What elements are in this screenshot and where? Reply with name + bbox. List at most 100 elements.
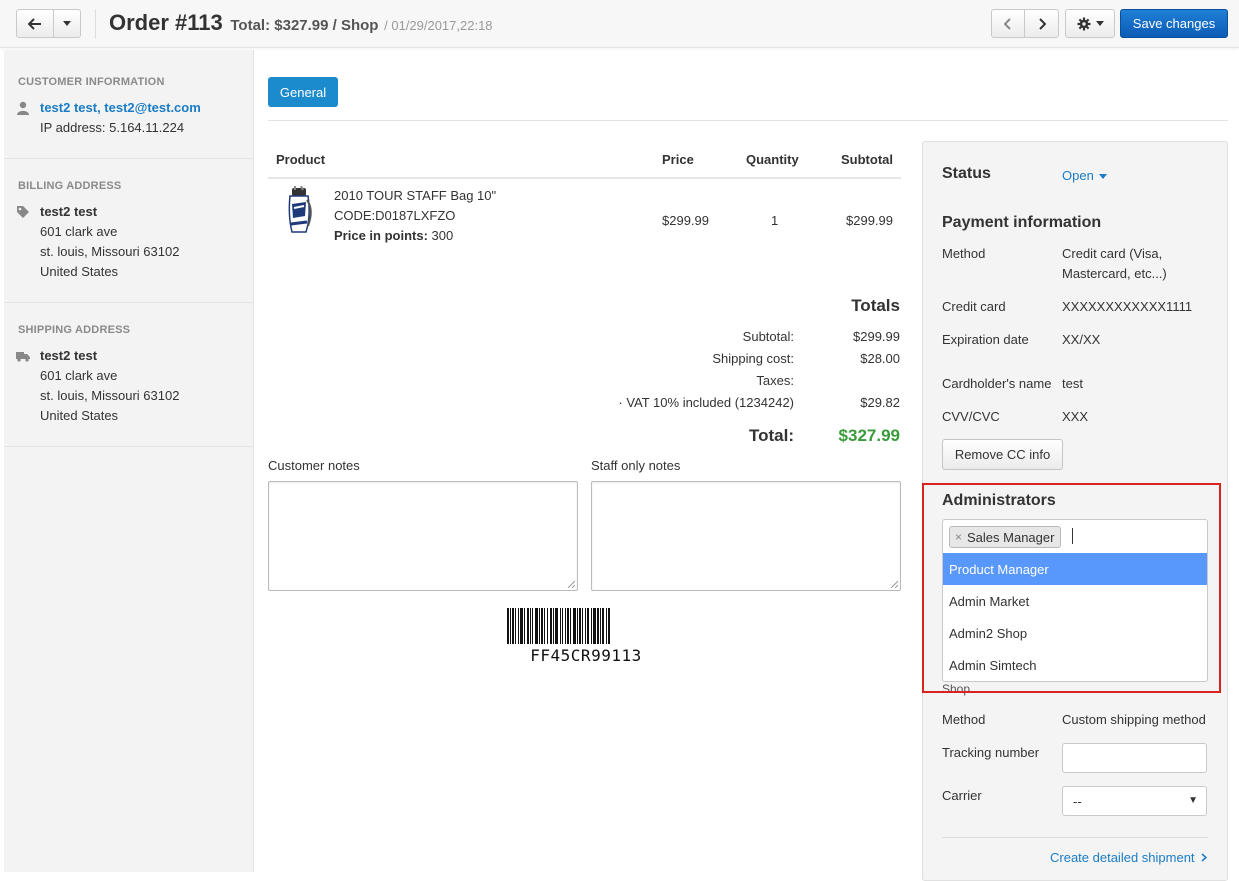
customer-info-section: CUSTOMER INFORMATION test2 test, test2@t…	[4, 50, 254, 159]
golf-bag-thumbnail[interactable]	[284, 186, 316, 236]
billing-country: United States	[40, 264, 119, 279]
customer-name-email-link[interactable]: test2 test, test2@test.com	[40, 100, 201, 115]
carrier-select[interactable]: -- ▼	[1062, 786, 1207, 816]
barcode-text: FF45CR99113	[530, 646, 642, 665]
arrow-left-icon	[28, 17, 42, 30]
barcode-bar	[539, 608, 540, 644]
save-changes-button[interactable]: Save changes	[1120, 9, 1228, 38]
sidebar: CUSTOMER INFORMATION test2 test, test2@t…	[4, 50, 254, 872]
staff-notes-label: Staff only notes	[591, 458, 681, 473]
dropdown-option[interactable]: Admin2 Shop	[943, 617, 1207, 649]
vat-value: $29.82	[860, 395, 900, 410]
shipping-method-label: Method	[942, 712, 986, 727]
barcode-bar	[541, 608, 543, 644]
cardholder-name-value: test	[1062, 376, 1083, 391]
barcode-bar	[606, 608, 607, 644]
back-button-group	[16, 9, 81, 38]
billing-line1: 601 clark ave	[40, 224, 118, 239]
back-button[interactable]	[17, 10, 55, 37]
product-subtotal: $299.99	[846, 213, 893, 228]
staff-notes-textarea[interactable]	[591, 481, 901, 591]
truck-icon	[16, 352, 30, 362]
create-shipment-label: Create detailed shipment	[1050, 850, 1195, 865]
barcode-bar	[535, 608, 538, 644]
cvv-label: CVV/CVC	[942, 409, 1000, 424]
column-header-quantity: Quantity	[746, 152, 799, 167]
shipping-method-value: Custom shipping method	[1062, 712, 1206, 727]
divider	[95, 9, 96, 39]
dropdown-option[interactable]: Admin Market	[943, 585, 1207, 617]
chevron-right-icon	[1038, 17, 1046, 30]
customer-notes-label: Customer notes	[268, 458, 360, 473]
billing-name: test2 test	[40, 204, 98, 219]
shipping-line1: 601 clark ave	[40, 368, 118, 383]
dropdown-option[interactable]: Admin Simtech	[943, 649, 1207, 681]
section-heading: BILLING ADDRESS	[18, 180, 122, 192]
credit-card-label: Credit card	[942, 299, 1006, 314]
payment-method-label: Method	[942, 246, 986, 261]
points-label: Price in points:	[334, 228, 428, 243]
page-title: Order #113 Total: $327.99 / Shop / 01/29…	[109, 10, 493, 36]
section-heading: CUSTOMER INFORMATION	[18, 76, 165, 88]
shipping-cost-label: Shipping cost:	[712, 351, 794, 366]
text-caret	[1072, 528, 1073, 544]
cardholder-name-label: Cardholder's name	[942, 376, 1052, 391]
shipping-country: United States	[40, 408, 119, 423]
barcode-bar	[570, 608, 571, 644]
gear-icon	[1077, 17, 1090, 30]
shipping-name: test2 test	[40, 348, 98, 363]
subtotal-value: $299.99	[853, 329, 900, 344]
selected-admin-token: × Sales Manager	[949, 526, 1062, 548]
billing-line2: st. louis, Missouri 63102	[40, 244, 180, 259]
settings-dropdown-button[interactable]	[1065, 9, 1115, 38]
barcode-bar	[591, 608, 592, 644]
customer-ip: IP address: 5.164.11.224	[40, 120, 185, 135]
barcode-bar	[577, 608, 578, 644]
expiration-date-value: XX/XX	[1062, 332, 1101, 347]
barcode-bar	[510, 608, 511, 644]
divider	[942, 837, 1208, 838]
barcode-bar	[587, 608, 589, 644]
barcode-bar	[530, 608, 531, 644]
customer-notes-textarea[interactable]	[268, 481, 578, 591]
barcode-bar	[593, 608, 596, 644]
resize-handle-icon[interactable]	[567, 580, 575, 588]
credit-card-value: XXXXXXXXXXXX1111	[1062, 299, 1193, 314]
prev-order-button[interactable]	[992, 10, 1026, 37]
administrators-multiselect-input[interactable]: × Sales Manager	[942, 519, 1208, 554]
grand-total-value: $327.99	[838, 426, 900, 445]
barcode-bar	[527, 608, 529, 644]
tracking-number-input[interactable]	[1062, 743, 1207, 773]
chevron-right-icon	[1201, 853, 1208, 862]
totals-heading: Totals	[851, 296, 900, 315]
order-total: Total: $327.99 / Shop	[230, 17, 379, 34]
status-dropdown[interactable]: Open	[1062, 168, 1108, 183]
tab-general[interactable]: General	[268, 77, 338, 107]
product-price: $299.99	[662, 213, 709, 228]
caret-down-icon	[1099, 174, 1108, 180]
back-dropdown-toggle[interactable]	[54, 10, 80, 37]
remove-cc-info-button[interactable]: Remove CC info	[942, 439, 1063, 470]
administrators-dropdown: Product Manager Admin Market Admin2 Shop…	[942, 553, 1208, 682]
administrators-heading: Administrators	[942, 492, 1056, 509]
barcode-bar	[573, 608, 576, 644]
column-header-price: Price	[662, 152, 694, 167]
next-order-button[interactable]	[1025, 10, 1058, 37]
column-header-product: Product	[276, 152, 326, 167]
barcode-bar	[524, 608, 525, 644]
section-heading: SHIPPING ADDRESS	[18, 324, 131, 336]
cvv-value: XXX	[1062, 409, 1089, 424]
expiration-date-label: Expiration date	[942, 332, 1029, 347]
top-toolbar: Order #113 Total: $327.99 / Shop / 01/29…	[0, 0, 1239, 48]
status-heading: Status	[942, 165, 991, 182]
carrier-selected-value: --	[1073, 793, 1082, 809]
barcode-bar	[567, 608, 569, 644]
create-detailed-shipment-link[interactable]: Create detailed shipment	[1050, 850, 1208, 865]
dropdown-option[interactable]: Product Manager	[943, 553, 1207, 585]
order-date: / 01/29/2017,22:18	[384, 18, 493, 33]
resize-handle-icon[interactable]	[890, 580, 898, 588]
product-name-link[interactable]: 2010 TOUR STAFF Bag 10"	[334, 188, 496, 203]
remove-token-icon[interactable]: ×	[955, 530, 962, 544]
barcode-bar	[562, 608, 563, 644]
prev-next-group	[991, 9, 1059, 38]
